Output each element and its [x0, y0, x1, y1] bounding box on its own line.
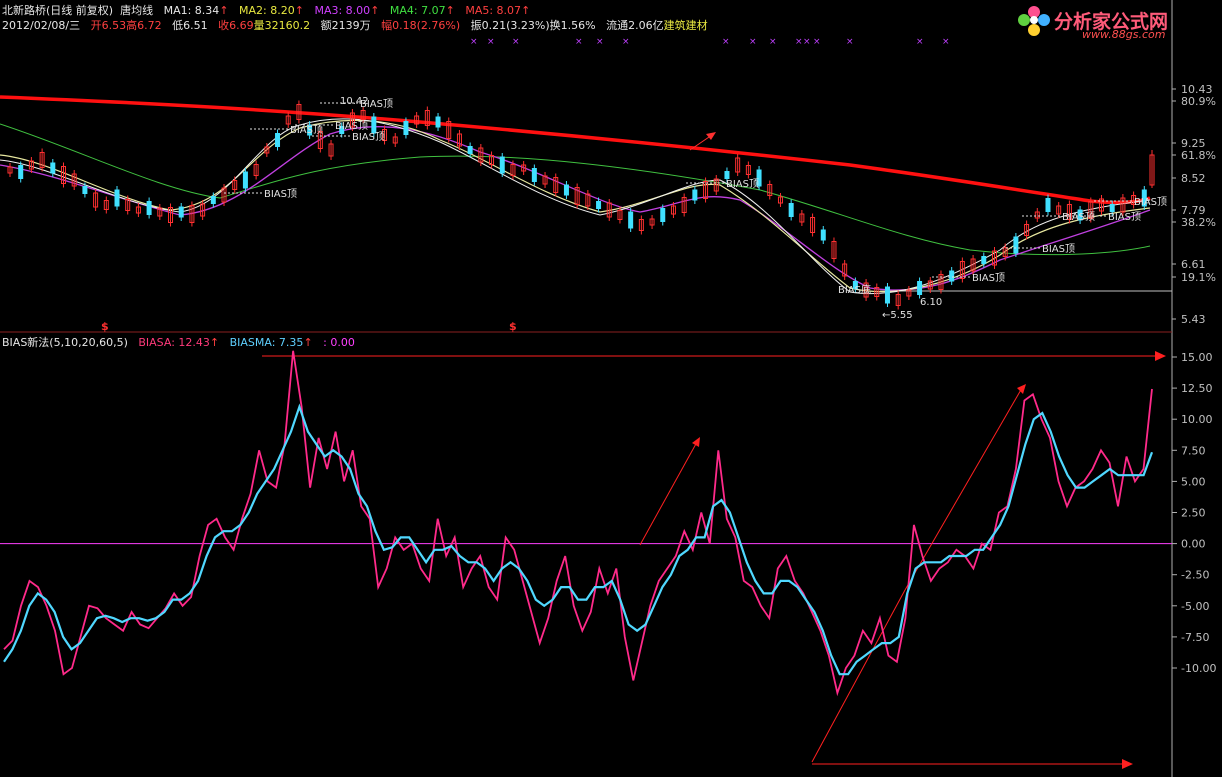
candle-body	[628, 211, 634, 229]
candle-body	[563, 184, 569, 196]
bias-top-label: BIAS顶	[726, 178, 759, 190]
bias-top-label: BIAS顶	[335, 120, 368, 132]
candle-body	[596, 201, 602, 209]
x-marker-icon: ×	[512, 37, 520, 47]
low-price-mark-2: 6.10	[920, 297, 942, 308]
bias-top-label: BIAS顶	[1134, 196, 1167, 208]
candle-body	[1045, 198, 1051, 212]
indicator-panel	[0, 350, 1172, 769]
x-marker-icon: ×	[803, 37, 811, 47]
candle-body	[981, 256, 987, 264]
x-marker-icon: ×	[470, 37, 478, 47]
price-tick-label: 38.2%	[1181, 216, 1216, 229]
candle-body	[660, 208, 666, 222]
candle-body	[917, 281, 923, 295]
x-marker-icon: ×	[846, 37, 854, 47]
x-marker-icon: ×	[622, 37, 630, 47]
candle-body	[50, 162, 56, 174]
price-tick-label: 5.43	[1181, 313, 1206, 326]
ind-tick-label: -10.00	[1181, 662, 1216, 675]
price-panel: × × × × × × × × × × × × × × ×BIAS顶BIAS顶 BIAS顶BIAS顶BIAS顶…	[0, 37, 1167, 333]
bias-top-label: BIAS顶	[264, 188, 297, 200]
ind-tick-label: 2.50	[1181, 507, 1206, 520]
candle-body	[242, 171, 248, 189]
x-marker-icon: ×	[487, 37, 495, 47]
candle-body	[467, 146, 473, 154]
divergence-line	[639, 441, 698, 546]
x-marker-icon: ×	[722, 37, 730, 47]
price-tick-label: 61.8%	[1181, 149, 1216, 162]
ind-tick-label: 12.50	[1181, 382, 1213, 395]
low-price-mark: ←5.55	[882, 310, 913, 321]
x-marker-icon: ×	[575, 37, 583, 47]
signal-dollar-icon: $	[509, 320, 517, 333]
divergence-arrow-icon	[1017, 384, 1026, 394]
candle-body	[1013, 236, 1019, 254]
ind-tick-label: -2.50	[1181, 569, 1209, 582]
ind-tick-label: -7.50	[1181, 631, 1209, 644]
x-marker-icon: ×	[813, 37, 821, 47]
candle-body	[692, 189, 698, 201]
candle-body	[275, 133, 281, 147]
bias-top-label: BIAS顶	[1062, 211, 1095, 223]
candle-body	[499, 156, 505, 174]
candle-body	[531, 168, 537, 182]
x-marker-icon: ×	[916, 37, 924, 47]
trend-arrow-head-icon	[706, 132, 716, 140]
price-tick-label: 19.1%	[1181, 271, 1216, 284]
bias-bottom-label: BIAS底	[838, 283, 871, 296]
ind-tick-label: 7.50	[1181, 444, 1206, 457]
signal-dollar-icon: $	[101, 320, 109, 333]
bias-top-label: BIAS顶	[972, 272, 1005, 284]
candle-body	[178, 206, 184, 218]
x-marker-icon: ×	[769, 37, 777, 47]
candle-body	[820, 229, 826, 241]
chart-frame	[0, 0, 1173, 777]
ind-tick-label: 0.00	[1181, 538, 1206, 551]
x-marker-icon: ×	[795, 37, 803, 47]
candle-body	[1109, 204, 1115, 212]
series-line-biasma	[3, 403, 1154, 676]
x-marker-icon: ×	[596, 37, 604, 47]
x-marker-icon: ×	[749, 37, 757, 47]
x-marker-icon: ×	[942, 37, 950, 47]
candle-body	[82, 186, 88, 194]
candle-body	[435, 116, 441, 128]
price-tick-label: 80.9%	[1181, 95, 1216, 108]
divergence-arrow-icon	[692, 437, 700, 447]
candle-body	[371, 116, 377, 134]
candle-body	[114, 189, 120, 207]
bottom-guide-arrow-icon	[1122, 759, 1133, 769]
candle-body	[949, 270, 955, 282]
candle-body	[146, 201, 152, 215]
candle-body	[884, 286, 890, 304]
ma-yellow-line	[0, 119, 1151, 293]
candle-body	[724, 171, 730, 179]
divergence-line	[904, 387, 1023, 591]
bias-top-label: BIAS顶	[1108, 211, 1141, 223]
indicator-axis: 15.00 12.50 10.00 7.50 5.00 2.50 0.00 -2.50 -5.0…	[1172, 351, 1216, 675]
ind-tick-label: 5.00	[1181, 475, 1206, 488]
bias-top-label: BIAS顶	[290, 124, 323, 136]
divergence-line	[811, 589, 906, 763]
ind-tick-label: -5.00	[1181, 600, 1209, 613]
series-line-biasa	[3, 350, 1153, 697]
ind-tick-label: 10.00	[1181, 413, 1213, 426]
ind-tick-label: 15.00	[1181, 351, 1213, 364]
bias-top-label: BIAS顶	[1042, 243, 1075, 255]
high-price-mark: 10.42	[340, 96, 369, 107]
candle-body	[210, 196, 216, 204]
bias-top-label: BIAS顶	[352, 131, 385, 143]
top-guide-arrow-icon	[1155, 351, 1166, 361]
candle-body	[788, 203, 794, 217]
price-tick-label: 8.52	[1181, 172, 1206, 185]
candle-body	[403, 121, 409, 135]
chart-canvas: 10.4380.9%9.2561.8%8.527.7938.2%6.6119.1…	[0, 0, 1216, 777]
candle-body	[18, 165, 24, 179]
price-tick-label: 6.61	[1181, 258, 1206, 271]
